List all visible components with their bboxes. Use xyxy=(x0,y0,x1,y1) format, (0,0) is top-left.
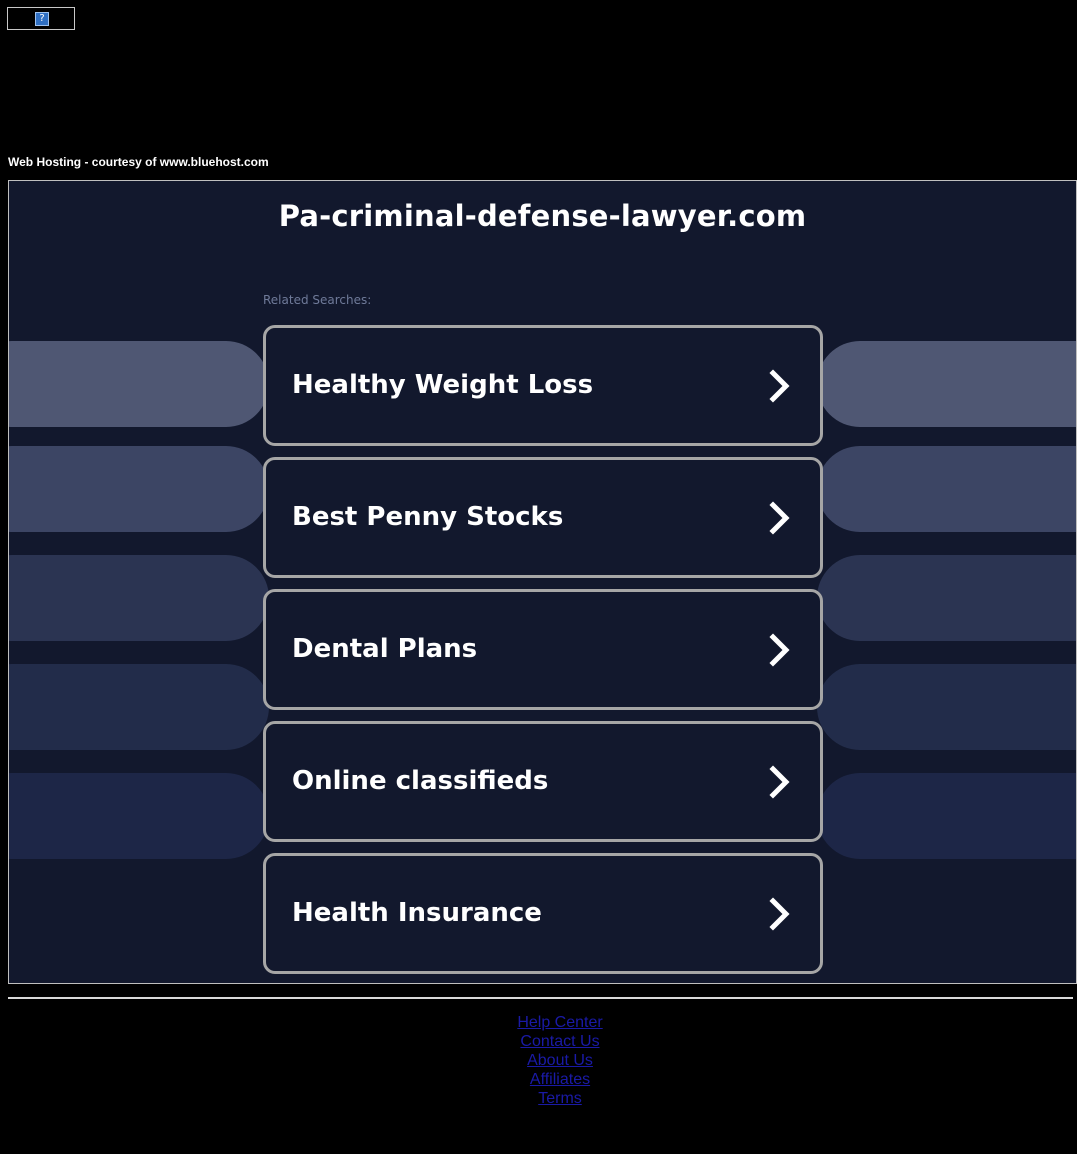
decorative-pill xyxy=(817,341,1076,427)
result-label: Dental Plans xyxy=(292,634,478,664)
footer-links: Help Center Contact Us About Us Affiliat… xyxy=(0,1013,1077,1108)
result-button-health-insurance[interactable]: Health Insurance xyxy=(263,853,823,974)
result-label: Best Penny Stocks xyxy=(292,502,564,532)
content-frame: Pa-criminal-defense-lawyer.com Related S… xyxy=(8,180,1077,984)
decorative-pill xyxy=(817,555,1076,641)
decorative-pill xyxy=(9,341,269,427)
result-button-best-penny-stocks[interactable]: Best Penny Stocks xyxy=(263,457,823,578)
decorative-pill xyxy=(817,664,1076,750)
hosting-note: Web Hosting - courtesy of www.bluehost.c… xyxy=(8,155,269,169)
chevron-right-icon xyxy=(769,369,790,403)
chevron-right-icon xyxy=(769,897,790,931)
result-label: Healthy Weight Loss xyxy=(292,370,594,400)
chevron-right-icon xyxy=(769,765,790,799)
footer-divider xyxy=(8,997,1073,999)
result-button-healthy-weight-loss[interactable]: Healthy Weight Loss xyxy=(263,325,823,446)
chevron-right-icon xyxy=(769,501,790,535)
parked-domain-page: ? Web Hosting - courtesy of www.bluehost… xyxy=(0,0,1077,1154)
top-help-widget[interactable]: ? xyxy=(7,7,75,30)
help-question-icon: ? xyxy=(35,12,49,26)
footer-link-help-center[interactable]: Help Center xyxy=(0,1013,1077,1032)
chevron-right-icon xyxy=(769,633,790,667)
decorative-pill xyxy=(817,773,1076,859)
footer-link-affiliates[interactable]: Affiliates xyxy=(0,1070,1077,1089)
decorative-pill xyxy=(9,773,269,859)
result-label: Health Insurance xyxy=(292,898,542,928)
related-searches-label: Related Searches: xyxy=(263,293,372,307)
decorative-pill xyxy=(817,446,1076,532)
site-title: Pa-criminal-defense-lawyer.com xyxy=(278,199,807,233)
footer-link-terms[interactable]: Terms xyxy=(0,1089,1077,1108)
decorative-pill xyxy=(9,664,269,750)
result-label: Online classifieds xyxy=(292,766,549,796)
result-button-online-classifieds[interactable]: Online classifieds xyxy=(263,721,823,842)
footer-link-about-us[interactable]: About Us xyxy=(0,1051,1077,1070)
decorative-pill xyxy=(9,446,269,532)
decorative-pill xyxy=(9,555,269,641)
result-button-dental-plans[interactable]: Dental Plans xyxy=(263,589,823,710)
footer-link-contact-us[interactable]: Contact Us xyxy=(0,1032,1077,1051)
